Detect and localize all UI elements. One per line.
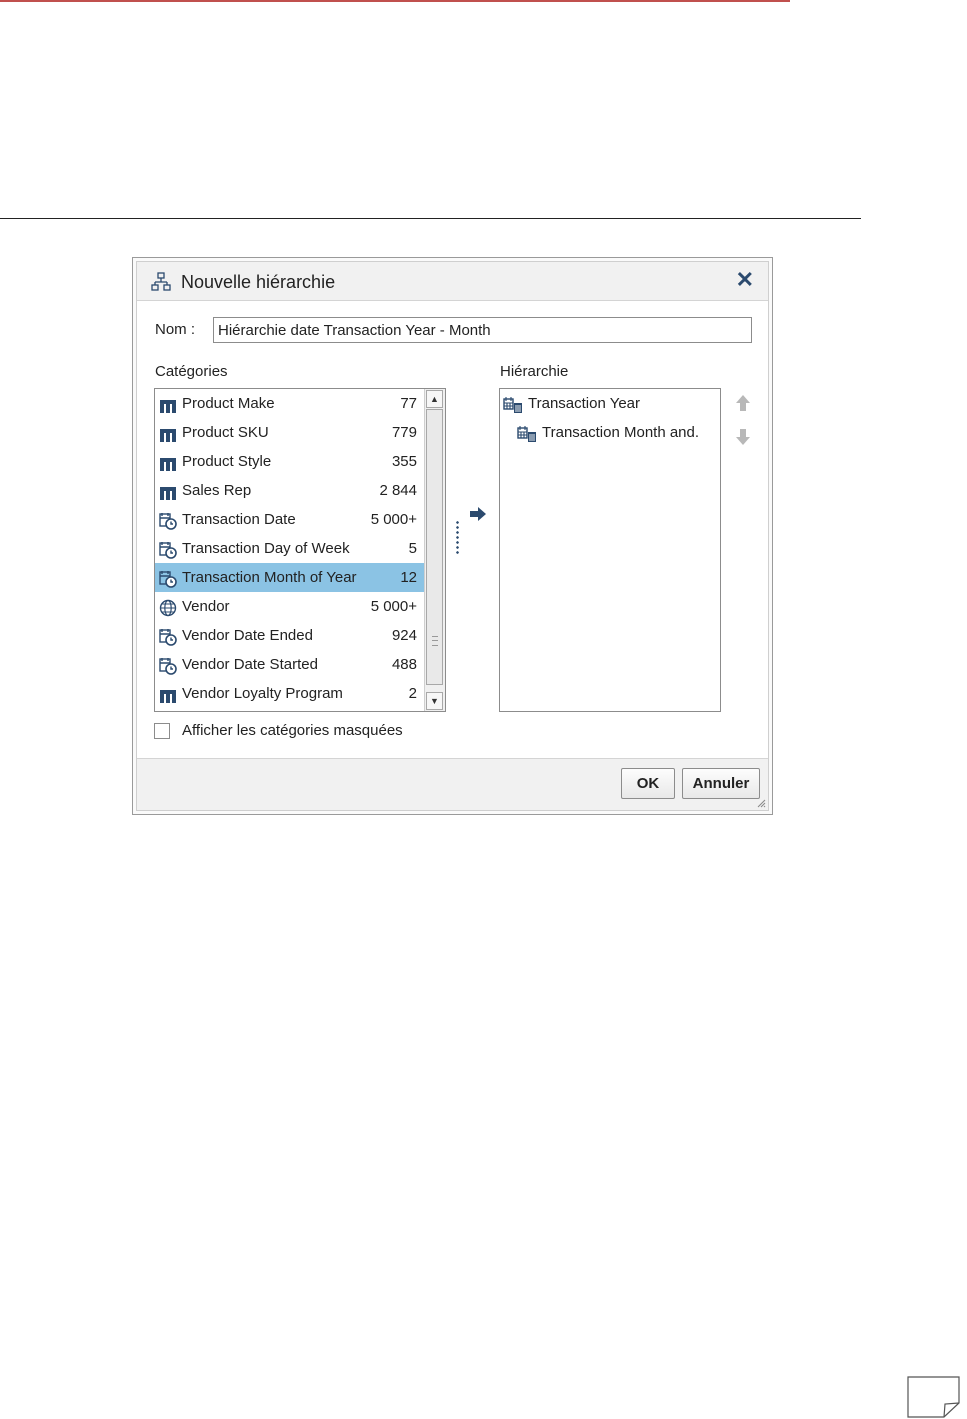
category-count: 355 <box>391 453 417 470</box>
dialog-footer: OK Annuler <box>137 758 768 810</box>
resize-grip-icon[interactable] <box>756 798 766 808</box>
category-label: Vendor <box>182 598 230 615</box>
ok-button[interactable]: OK <box>621 768 675 799</box>
dialog-body: Nouvelle hiérarchie ✕ Nom : Catégories H… <box>136 261 769 811</box>
show-hidden-checkbox[interactable] <box>154 723 170 739</box>
show-hidden-label: Afficher les catégories masquées <box>182 722 403 739</box>
date-time-icon <box>159 511 177 530</box>
category-item[interactable]: Transaction Date 5 000+ <box>155 505 425 534</box>
dialog-title: Nouvelle hiérarchie <box>181 272 336 292</box>
new-hierarchy-dialog: Nouvelle hiérarchie ✕ Nom : Catégories H… <box>132 257 773 815</box>
date-time-icon <box>159 627 177 646</box>
category-label: Product SKU <box>182 424 269 441</box>
header-rule <box>0 0 790 2</box>
scroll-down-button[interactable]: ▼ <box>426 692 443 710</box>
categories-list[interactable]: Product Make 77 Product SKU 779 Product Styl… <box>154 388 446 712</box>
date-time-icon <box>159 540 177 559</box>
name-input[interactable] <box>213 317 752 343</box>
splitter-handle[interactable] <box>456 520 459 554</box>
category-label: Product Make <box>182 395 275 412</box>
category-count: 924 <box>391 627 417 644</box>
hierarchy-icon <box>151 272 171 291</box>
hierarchy-label-text: Transaction Year <box>528 395 641 412</box>
category-label: Transaction Date <box>182 511 296 528</box>
category-count: 77 <box>400 395 417 412</box>
category-count: 5 000+ <box>370 511 417 528</box>
category-count: 2 844 <box>379 482 417 499</box>
category-icon <box>159 395 177 413</box>
category-item[interactable]: Product Style 355 <box>155 447 425 476</box>
categories-scrollbar[interactable]: ▲ ▼ <box>424 389 445 711</box>
category-item[interactable]: Vendor 5 000+ <box>155 592 425 621</box>
dialog-titlebar: Nouvelle hiérarchie ✕ <box>137 262 768 301</box>
category-item[interactable]: Vendor Loyalty Program 2 <box>155 679 425 708</box>
hierarchy-label: Hiérarchie <box>500 363 569 380</box>
category-label: Transaction Day of Week <box>182 540 350 557</box>
scroll-up-button[interactable]: ▲ <box>426 390 443 408</box>
category-icon <box>159 453 177 471</box>
category-count: 12 <box>400 569 417 586</box>
name-label: Nom : <box>155 321 196 338</box>
move-down-arrow-icon[interactable] <box>735 428 751 446</box>
globe-icon <box>159 598 177 617</box>
add-to-hierarchy-arrow-icon[interactable] <box>469 506 487 522</box>
category-label: Vendor Date Ended <box>182 627 313 644</box>
category-item[interactable]: Product Make 77 <box>155 389 425 418</box>
hierarchy-list[interactable]: Transaction Year Transaction Month and. <box>499 388 721 712</box>
calendar-icon <box>503 395 523 413</box>
category-label: Vendor Date Started <box>182 656 318 673</box>
category-count: 488 <box>391 656 417 673</box>
category-icon <box>159 685 177 703</box>
cancel-button[interactable]: Annuler <box>682 768 760 799</box>
category-item[interactable]: Transaction Day of Week 5 <box>155 534 425 563</box>
calendar-icon <box>517 424 537 442</box>
category-icon <box>159 482 177 500</box>
category-label: Transaction Month of Year <box>182 569 357 586</box>
hierarchy-label-text: Transaction Month and. <box>542 424 700 441</box>
category-item[interactable]: Vendor Date Ended 924 <box>155 621 425 650</box>
category-item[interactable]: Product SKU 779 <box>155 418 425 447</box>
category-label: Product Style <box>182 453 272 470</box>
close-icon[interactable]: ✕ <box>736 268 754 292</box>
category-count: 779 <box>391 424 417 441</box>
hierarchy-item[interactable]: Transaction Month and. <box>500 418 720 447</box>
category-label: Sales Rep <box>182 482 252 499</box>
category-count: 5 000+ <box>370 598 417 615</box>
scroll-thumb[interactable] <box>426 409 443 685</box>
category-label: Vendor Loyalty Program <box>182 685 343 702</box>
category-count: 5 <box>408 540 417 557</box>
category-item[interactable]: Vendor Date Started 488 <box>155 650 425 679</box>
category-icon <box>159 424 177 442</box>
hierarchy-rows: Transaction Year Transaction Month and. <box>500 389 720 447</box>
page-curl-icon <box>907 1376 960 1418</box>
section-rule <box>0 218 861 219</box>
date-time-icon <box>159 569 177 588</box>
hierarchy-item[interactable]: Transaction Year <box>500 389 720 418</box>
move-up-arrow-icon[interactable] <box>735 394 751 412</box>
category-count: 2 <box>408 685 417 702</box>
date-time-icon <box>159 656 177 675</box>
categories-label: Catégories <box>155 363 228 380</box>
scroll-grip <box>432 636 438 646</box>
category-item[interactable]: Sales Rep 2 844 <box>155 476 425 505</box>
categories-rows: Product Make 77 Product SKU 779 Product Styl… <box>155 389 425 708</box>
category-item[interactable]: Transaction Month of Year 12 <box>155 563 425 592</box>
